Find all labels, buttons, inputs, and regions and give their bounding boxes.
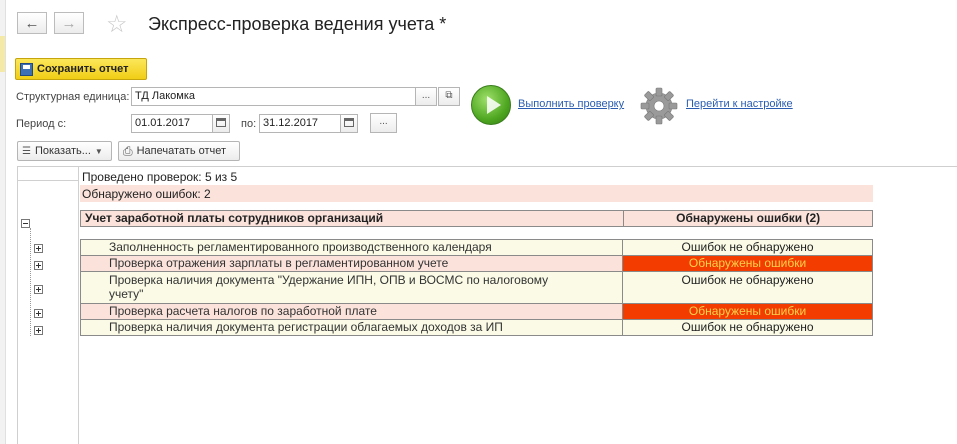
arrow-right-icon: → xyxy=(61,14,77,32)
calendar-icon xyxy=(344,117,354,127)
expand-row-button[interactable] xyxy=(34,326,43,335)
date-to-field[interactable]: 31.12.2017 xyxy=(259,114,341,133)
check-name: Проверка отражения зарплаты в регламенти… xyxy=(79,255,624,272)
to-label: по: xyxy=(241,118,257,130)
group-status: Обнаружены ошибки (2) xyxy=(623,210,873,227)
collapse-group-button[interactable] xyxy=(21,219,30,228)
expand-row-button[interactable] xyxy=(34,261,43,270)
report-gutter xyxy=(17,166,79,444)
period-select-button[interactable]: ... xyxy=(370,113,397,133)
save-report-label: Сохранить отчет xyxy=(37,63,129,75)
show-menu-button[interactable]: ☰ Показать... ▼ xyxy=(17,141,112,161)
print-report-button[interactable]: ⎙ Напечатать отчет xyxy=(118,141,240,161)
check-name-line1: Проверка наличия документа "Удержание ИП… xyxy=(109,273,549,287)
check-name: Проверка наличия документа регистрации о… xyxy=(79,319,624,336)
table-row[interactable]: Проверка отражения зарплаты в регламенти… xyxy=(79,255,873,272)
unit-open-button[interactable]: ⧉ xyxy=(438,87,460,106)
forward-button[interactable]: → xyxy=(54,12,84,34)
expand-row-button[interactable] xyxy=(34,309,43,318)
open-window-icon: ⧉ xyxy=(445,90,453,101)
check-name: Заполненность регламентированного произв… xyxy=(79,239,624,256)
run-check-link[interactable]: Выполнить проверку xyxy=(518,98,624,110)
unit-label: Структурная единица: xyxy=(16,91,130,103)
check-name: Проверка наличия документа "Удержание ИП… xyxy=(79,271,624,304)
printer-icon: ⎙ xyxy=(123,143,133,158)
date-from-calendar-button[interactable] xyxy=(212,114,230,133)
calendar-icon xyxy=(216,117,226,127)
errors-found-text: Обнаружено ошибок: 2 xyxy=(82,187,211,201)
unit-field[interactable]: ТД Лакомка xyxy=(131,87,416,106)
period-label: Период с: xyxy=(16,118,67,130)
save-report-button[interactable]: Сохранить отчет xyxy=(15,58,147,80)
table-row[interactable]: Проверка расчета налогов по заработной п… xyxy=(79,303,873,320)
chevron-down-icon: ▼ xyxy=(94,146,103,156)
settings-link[interactable]: Перейти к настройке xyxy=(686,98,793,110)
back-button[interactable]: ← xyxy=(17,12,47,34)
left-panel-marker xyxy=(0,36,5,72)
floppy-disk-icon xyxy=(20,62,33,76)
check-status: Ошибок не обнаружено xyxy=(622,271,873,304)
group-row[interactable]: Учет заработной платы сотрудников органи… xyxy=(79,210,873,227)
check-status: Обнаружены ошибки xyxy=(622,255,873,272)
arrow-left-icon: ← xyxy=(24,14,40,32)
expand-row-button[interactable] xyxy=(34,244,43,253)
tree-connector xyxy=(30,228,32,336)
group-table: Учет заработной платы сотрудников органи… xyxy=(79,210,873,227)
table-row[interactable]: Заполненность регламентированного произв… xyxy=(79,239,873,256)
group-name: Учет заработной платы сотрудников органи… xyxy=(79,210,625,227)
page-title: Экспресс-проверка ведения учета * xyxy=(148,14,447,34)
print-report-label: Напечатать отчет xyxy=(136,145,227,157)
table-row[interactable]: Проверка наличия документа "Удержание ИП… xyxy=(79,271,873,304)
check-status: Обнаружены ошибки xyxy=(622,303,873,320)
run-check-icon[interactable] xyxy=(471,85,511,125)
gutter-divider xyxy=(17,180,79,181)
checks-table: Заполненность регламентированного произв… xyxy=(79,239,873,336)
show-menu-label: Показать... xyxy=(34,145,91,157)
table-row[interactable]: Проверка наличия документа регистрации о… xyxy=(79,319,873,336)
check-status: Ошибок не обнаружено xyxy=(622,239,873,256)
expand-row-button[interactable] xyxy=(34,285,43,294)
check-name-line2: учету" xyxy=(109,287,144,301)
date-from-field[interactable]: 01.01.2017 xyxy=(131,114,213,133)
check-status: Ошибок не обнаружено xyxy=(622,319,873,336)
show-options-icon: ☰ xyxy=(22,145,31,157)
left-panel-strip xyxy=(0,0,6,444)
check-name: Проверка расчета налогов по заработной п… xyxy=(79,303,624,320)
date-to-calendar-button[interactable] xyxy=(340,114,358,133)
checks-done-text: Проведено проверок: 5 из 5 xyxy=(82,170,238,184)
gear-icon[interactable] xyxy=(637,84,681,128)
unit-select-button[interactable]: ... xyxy=(415,87,437,106)
favorite-star-icon[interactable]: ☆ xyxy=(106,10,128,39)
